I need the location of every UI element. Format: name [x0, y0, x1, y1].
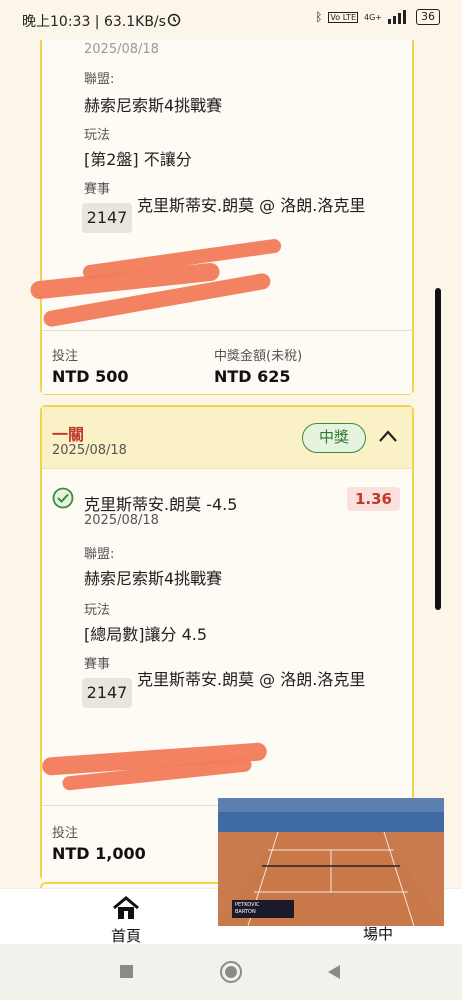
selection-name: 克里斯蒂安.朗莫 -4.5: [84, 495, 238, 514]
nav-home[interactable]: 首頁: [96, 895, 156, 946]
status-badge: 中獎: [302, 423, 366, 453]
stake-label: 投注: [52, 826, 79, 841]
player2-name: BARTON: [235, 909, 256, 915]
league-value: 赫索尼索斯4挑戰賽: [84, 96, 223, 115]
back-icon[interactable]: [326, 964, 342, 980]
home-button-icon[interactable]: [219, 960, 243, 984]
signal-icon: [388, 10, 406, 24]
play-value: [總局數]讓分 4.5: [84, 625, 208, 644]
event-name: 克里斯蒂安.朗莫 @ 洛朗.洛克里: [137, 196, 366, 215]
nav-live-label[interactable]: 場中: [348, 923, 408, 944]
event-label: 賽事: [84, 657, 111, 672]
chevron-up-icon[interactable]: [378, 429, 398, 443]
bet-card-1: 2025/08/18 聯盟: 赫索尼索斯4挑戰賽 玩法 [第2盤] 不讓分 賽事…: [29, 40, 414, 395]
bluetooth-icon: ᛒ: [315, 10, 323, 24]
play-label: 玩法: [84, 603, 111, 618]
bet-list[interactable]: 2025/08/18 聯盟: 赫索尼索斯4挑戰賽 玩法 [第2盤] 不讓分 賽事…: [0, 40, 462, 888]
event-label: 賽事: [84, 182, 111, 197]
video-banner: [218, 812, 444, 832]
event-name: 克里斯蒂安.朗莫 @ 洛朗.洛克里: [137, 670, 366, 689]
status-bar: 晚上10:33 | 63.1KB/s ᛒ Vo LTE 4G+ 36: [0, 0, 462, 40]
player1-name: PETKOVIC: [235, 902, 260, 908]
nav-home-label: 首頁: [110, 927, 141, 945]
system-nav-bar: [0, 944, 462, 1000]
scrollbar[interactable]: [435, 288, 441, 610]
check-circle-icon: [52, 487, 74, 509]
league-label: 聯盟:: [84, 547, 115, 562]
payout-label: 中獎金額(未稅): [214, 349, 303, 364]
status-icons: ᛒ Vo LTE 4G+ 36: [315, 9, 440, 25]
alarm-icon: [167, 13, 181, 27]
event-number: 2147: [82, 678, 132, 708]
stake-value: NTD 1,000: [52, 844, 146, 863]
volte-icon: Vo LTE: [328, 11, 358, 23]
play-label: 玩法: [84, 128, 111, 143]
battery-icon: 36: [416, 9, 440, 25]
recents-icon[interactable]: [120, 965, 133, 978]
selection-date: 2025/08/18: [84, 513, 159, 528]
event-number: 2147: [82, 203, 132, 233]
bet-date: 2025/08/18: [84, 42, 159, 57]
scoreboard: PETKOVIC BARTON: [232, 900, 294, 918]
bet-type: 一關: [52, 425, 85, 444]
video-stands: [218, 798, 444, 812]
bet-card-header[interactable]: 一關 2025/08/18 中獎: [42, 407, 412, 469]
play-value: [第2盤] 不讓分: [84, 150, 192, 169]
bet-date: 2025/08/18: [52, 443, 127, 458]
network-type: 4G+: [364, 12, 382, 22]
stake-label: 投注: [52, 349, 79, 364]
stake-value: NTD 500: [52, 367, 129, 386]
league-label: 聯盟:: [84, 72, 115, 87]
odds-badge: 1.36: [346, 487, 400, 511]
status-time-speed: 晚上10:33 | 63.1KB/s: [22, 14, 166, 30]
home-icon: [113, 896, 139, 919]
league-value: 赫索尼索斯4挑戰賽: [84, 569, 223, 588]
payout-value: NTD 625: [214, 367, 291, 386]
live-video-pip[interactable]: PETKOVIC BARTON: [218, 798, 444, 926]
bet-summary-row: 投注 NTD 500 中獎金額(未稅) NTD 625: [42, 330, 412, 394]
